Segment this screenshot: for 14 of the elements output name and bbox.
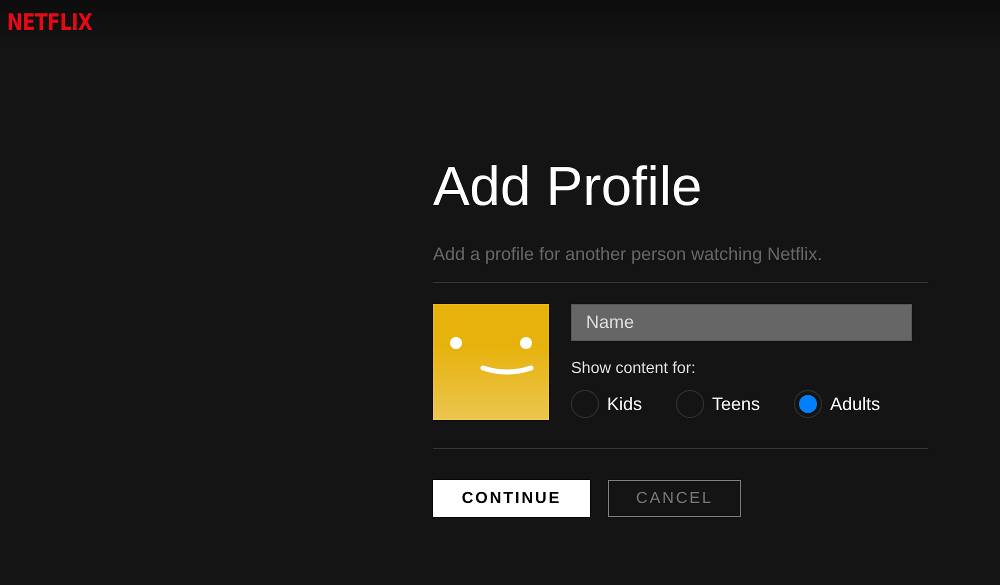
- radio-label[interactable]: Teens: [712, 394, 760, 414]
- radio-button[interactable]: [676, 390, 704, 418]
- subtitle: Add a profile for another person watching Netflix.: [433, 244, 928, 283]
- cancel-button[interactable]: CANCEL: [608, 480, 741, 517]
- show-content-label: Show content for:: [571, 360, 697, 378]
- radio-button[interactable]: [571, 390, 599, 418]
- radio-button[interactable]: [794, 390, 822, 418]
- radio-label[interactable]: Kids: [607, 394, 642, 414]
- continue-button[interactable]: CONTINUE: [433, 480, 590, 517]
- radio-label[interactable]: Adults: [830, 394, 880, 414]
- logo[interactable]: NETFLIX: [7, 10, 92, 36]
- name-field[interactable]: Name: [571, 304, 912, 341]
- page-title: Add Profile: [433, 156, 704, 216]
- smiley-avatar-icon: [433, 304, 549, 420]
